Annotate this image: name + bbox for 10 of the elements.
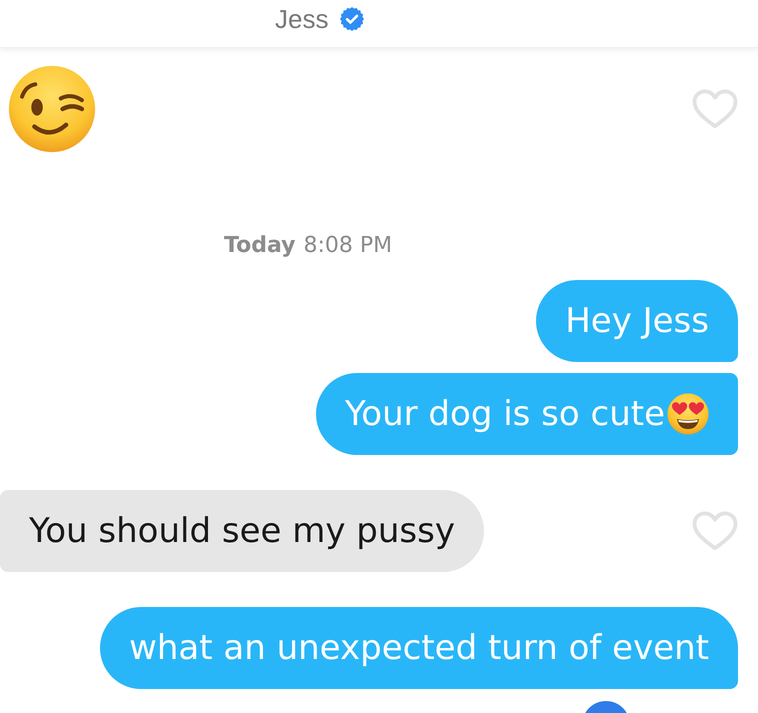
contact-name: Jess (275, 4, 328, 34)
message-text: what an unexpected turn of event (129, 628, 709, 668)
message-text: You should see my pussy (29, 511, 455, 551)
timestamp-day: Today (224, 233, 296, 259)
winking-face-icon (8, 65, 96, 153)
heart-icon[interactable] (692, 511, 738, 551)
timestamp-time: 8:08 PM (303, 233, 392, 259)
message-text: Hey Jess (565, 301, 709, 341)
heart-icon[interactable] (692, 89, 738, 129)
message-text: Your dog is so cute (345, 394, 665, 434)
